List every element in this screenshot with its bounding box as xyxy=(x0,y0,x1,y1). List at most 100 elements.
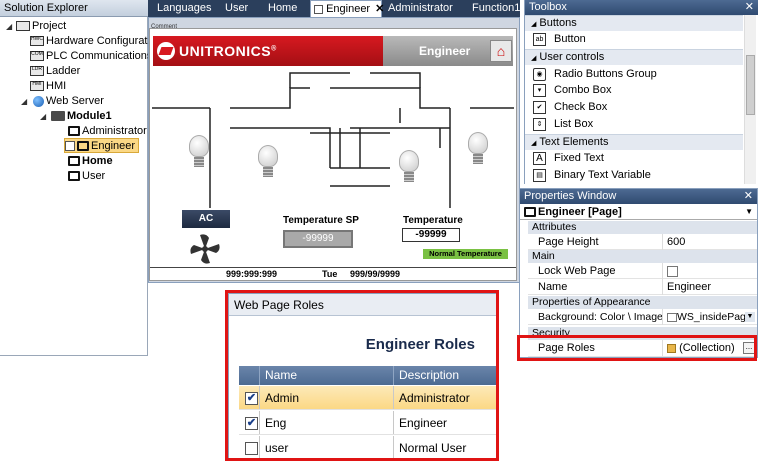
category-label: Text Elements xyxy=(539,136,609,148)
toolbox-item-check-box[interactable]: ✔ Check Box xyxy=(533,99,743,115)
tool-label: List Box xyxy=(554,118,594,130)
tool-label: Button xyxy=(554,33,586,45)
status-date: 999/99/9999 xyxy=(350,269,401,279)
hardware-config-icon: HWC xyxy=(30,36,44,47)
monitor-icon xyxy=(77,141,89,152)
toolbox-item-binary-text-variable[interactable]: ▤ Binary Text Variable xyxy=(533,167,743,183)
tree-item-hmi[interactable]: HMI HMI xyxy=(30,79,66,94)
chevron-down-icon[interactable]: ▼ xyxy=(745,312,755,322)
toolbox-title: Toolbox ✕ xyxy=(525,0,758,15)
tree-item-plc-communications[interactable]: COM PLC Communications xyxy=(30,49,152,64)
category-label: User controls xyxy=(539,51,605,63)
fixed-text-icon: A xyxy=(533,151,546,165)
radio-group-icon: ◉ xyxy=(533,67,546,81)
toolbox-item-list-box[interactable]: ⇕ List Box xyxy=(533,116,743,132)
prop-row-page-height[interactable]: Page Height 600 xyxy=(528,234,757,250)
prop-value[interactable]: 600 xyxy=(662,234,757,250)
hmi-icon: HMI xyxy=(30,81,44,92)
page-banner: UNITRONICS® Engineer ⌂ xyxy=(153,36,513,66)
toolbox-item-radio-buttons-group[interactable]: ◉ Radio Buttons Group xyxy=(533,66,743,82)
chevron-down-icon[interactable]: ▼ xyxy=(745,204,753,220)
edit-icon xyxy=(65,141,75,152)
brand-text: UNITRONICS® xyxy=(179,43,277,59)
toolbox-scrollbar[interactable] xyxy=(744,15,756,184)
collapse-icon: ◢ xyxy=(531,21,537,28)
prop-category-main[interactable]: Main xyxy=(528,250,757,263)
tree-item-administrator[interactable]: Administrator xyxy=(68,124,147,139)
status-day: Tue xyxy=(322,269,338,279)
prop-row-name[interactable]: Name Engineer xyxy=(528,279,757,295)
tree-item-user[interactable]: User xyxy=(68,169,105,184)
tab-engineer[interactable]: Engineer ✕ xyxy=(310,0,384,17)
background-value: WS_insidePage xyxy=(677,311,752,323)
prop-value[interactable]: WS_insidePage xyxy=(662,309,757,325)
lock-web-page-checkbox[interactable] xyxy=(667,265,678,277)
toolbox-item-fixed-text[interactable]: A Fixed Text xyxy=(533,150,743,166)
prop-value[interactable] xyxy=(662,263,757,279)
monitor-icon xyxy=(524,207,536,218)
binary-text-icon: ▤ xyxy=(533,168,546,182)
selected-object: Engineer [Page] xyxy=(538,206,622,218)
solution-explorer-panel: Solution Explorer ◢ Project HWC Hardware … xyxy=(0,0,156,356)
close-tab-icon[interactable]: ✕ xyxy=(375,3,384,15)
prop-category-attributes[interactable]: Attributes xyxy=(528,221,757,234)
collapse-icon[interactable]: ◢ xyxy=(40,112,46,121)
home-button[interactable]: ⌂ xyxy=(490,40,512,62)
collapse-icon[interactable]: ◢ xyxy=(6,22,12,31)
temperature-sp-label: Temperature SP xyxy=(283,215,359,226)
ac-button[interactable]: AC xyxy=(182,210,230,228)
bulb-base xyxy=(473,154,483,164)
unitronics-logo-icon xyxy=(157,42,175,60)
bulb-base xyxy=(263,167,273,177)
tree-label: PLC Communications xyxy=(46,50,153,62)
prop-name: Page Height xyxy=(538,236,599,248)
tool-label: Fixed Text xyxy=(554,152,604,164)
tree-label: Home xyxy=(82,155,113,167)
collapse-icon[interactable]: ◢ xyxy=(21,97,27,106)
bulb-glass xyxy=(399,150,419,172)
toolbox-category-user-controls[interactable]: ◢ User controls xyxy=(525,49,743,65)
tab-administrator[interactable]: Administrator xyxy=(385,0,456,17)
tree-item-hardware-configuration[interactable]: HWC Hardware Configuratio xyxy=(30,34,156,49)
tab-languages[interactable]: Languages xyxy=(154,0,214,17)
prop-name: Background: Color \ Image xyxy=(538,311,663,323)
toolbox-item-combo-box[interactable]: ▾ Combo Box xyxy=(533,82,743,98)
close-icon[interactable]: ✕ xyxy=(745,0,754,13)
tree-label: Web Server xyxy=(46,95,104,107)
tree-item-home[interactable]: Home xyxy=(68,154,113,169)
tab-home[interactable]: Home xyxy=(265,0,300,17)
tree-label: Engineer xyxy=(91,140,136,152)
tab-function1[interactable]: Function1 xyxy=(469,0,523,17)
brand-mark: ® xyxy=(271,45,277,53)
object-selector[interactable]: Engineer [Page] ▼ xyxy=(520,204,757,220)
prop-category-appearance[interactable]: Properties of Appearance xyxy=(528,296,757,309)
toolbox-category-text-elements[interactable]: ◢ Text Elements xyxy=(525,134,743,150)
prop-name: Name xyxy=(538,281,568,293)
toolbox-category-buttons[interactable]: ◢ Buttons xyxy=(525,15,743,31)
prop-value[interactable]: Engineer xyxy=(662,279,757,295)
bulb-glass xyxy=(189,135,209,157)
tree-item-web-server[interactable]: Web Server xyxy=(33,94,104,109)
close-icon[interactable]: ✕ xyxy=(744,189,753,202)
tree-item-module1[interactable]: Module1 xyxy=(51,109,112,124)
page-status-bar: 999:999:999 Tue 999/99/9999 xyxy=(150,267,516,280)
prop-name: Lock Web Page xyxy=(538,265,616,277)
collapse-icon: ◢ xyxy=(531,55,537,62)
tree-label: Module1 xyxy=(67,110,112,122)
home-icon: ⌂ xyxy=(496,43,506,59)
prop-row-background[interactable]: Background: Color \ Image WS_insidePage … xyxy=(528,309,757,325)
temperature-display: -99999 xyxy=(402,228,460,242)
properties-title-text: Properties Window xyxy=(524,190,617,202)
tool-label: Combo Box xyxy=(554,84,612,96)
toolbox-panel: Toolbox ✕ ◢ Buttons ab Button ◢ User control… xyxy=(524,0,758,184)
tree-item-engineer[interactable]: Engineer xyxy=(64,138,140,153)
tree-item-ladder[interactable]: LDR Ladder xyxy=(30,64,80,79)
tree-item-project[interactable]: Project xyxy=(16,19,66,34)
scrollbar-thumb[interactable] xyxy=(746,55,755,115)
prop-row-lock-web-page[interactable]: Lock Web Page xyxy=(528,263,757,279)
monitor-icon xyxy=(68,126,80,137)
category-label: Buttons xyxy=(539,17,577,29)
tab-user[interactable]: User xyxy=(222,0,251,17)
temperature-sp-input[interactable]: -99999 xyxy=(283,230,353,248)
toolbox-item-button[interactable]: ab Button xyxy=(533,31,743,47)
